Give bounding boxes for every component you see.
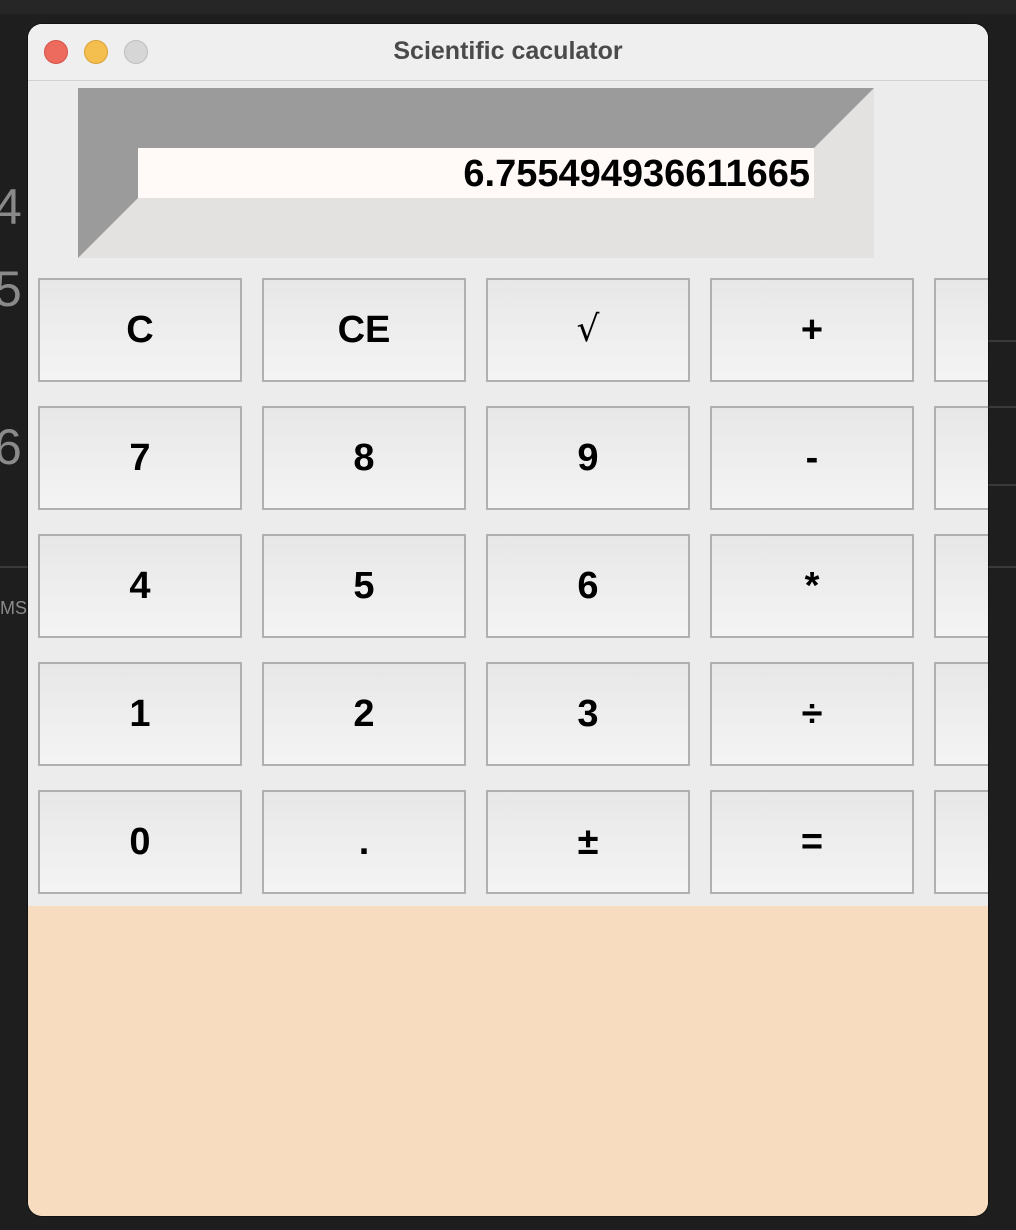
background-label: MS xyxy=(0,598,27,618)
extra-function-button[interactable] xyxy=(934,406,988,510)
clear-entry-button[interactable]: CE xyxy=(262,278,466,382)
result-display: 6.755494936611665 xyxy=(138,148,814,198)
digit-6-button[interactable]: 6 xyxy=(486,534,690,638)
background-divider xyxy=(988,406,1016,408)
extra-function-button[interactable] xyxy=(934,534,988,638)
background-divider xyxy=(988,566,1016,568)
digit-0-button[interactable]: 0 xyxy=(38,790,242,894)
screen: 4 5 6 MS Scientific caculator 6.75549493… xyxy=(0,0,1016,1230)
digit-8-button[interactable]: 8 xyxy=(262,406,466,510)
equals-button[interactable]: = xyxy=(710,790,914,894)
digit-7-button[interactable]: 7 xyxy=(38,406,242,510)
background-menubar xyxy=(0,0,1016,14)
background-divider xyxy=(988,340,1016,342)
divide-button[interactable]: ÷ xyxy=(710,662,914,766)
digit-4-button[interactable]: 4 xyxy=(38,534,242,638)
plus-minus-button[interactable]: ± xyxy=(486,790,690,894)
extra-function-button[interactable] xyxy=(934,662,988,766)
background-divider xyxy=(988,484,1016,486)
digit-3-button[interactable]: 3 xyxy=(486,662,690,766)
digit-5-button[interactable]: 5 xyxy=(262,534,466,638)
square-root-button[interactable]: √ xyxy=(486,278,690,382)
digit-2-button[interactable]: 2 xyxy=(262,662,466,766)
bottom-panel xyxy=(28,906,988,1216)
decimal-point-button[interactable]: . xyxy=(262,790,466,894)
extra-function-button[interactable] xyxy=(934,790,988,894)
multiply-button[interactable]: * xyxy=(710,534,914,638)
background-digit: 5 xyxy=(0,261,22,317)
calculator-window: Scientific caculator 6.755494936611665 C… xyxy=(28,24,988,1216)
background-digit: 4 xyxy=(0,179,22,235)
subtract-button[interactable]: - xyxy=(710,406,914,510)
title-bar[interactable]: Scientific caculator xyxy=(28,24,988,81)
clear-button[interactable]: C xyxy=(38,278,242,382)
digit-1-button[interactable]: 1 xyxy=(38,662,242,766)
extra-function-button[interactable] xyxy=(934,278,988,382)
digit-9-button[interactable]: 9 xyxy=(486,406,690,510)
window-title: Scientific caculator xyxy=(393,37,623,65)
add-button[interactable]: + xyxy=(710,278,914,382)
background-digit: 6 xyxy=(0,419,22,475)
background-divider xyxy=(0,566,28,568)
